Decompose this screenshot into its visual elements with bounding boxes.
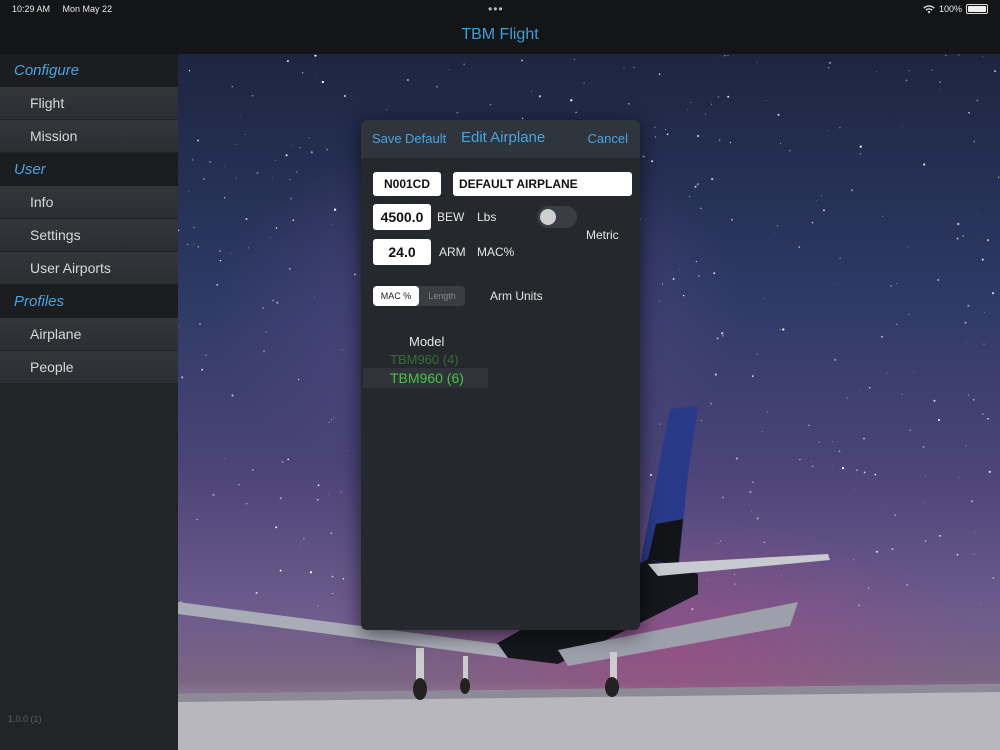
status-time: 10:29 AM — [12, 4, 51, 14]
model-option-selected[interactable]: TBM960 (6) — [390, 370, 464, 386]
battery-percent: 100% — [938, 4, 962, 14]
sidebar-item-user-airports[interactable]: User Airports — [0, 252, 178, 285]
dialog-title: Edit Airplane — [461, 129, 546, 146]
airplane-name-field[interactable]: DEFAULT AIRPLANE — [453, 172, 632, 196]
weight-unit-label: Lbs — [477, 210, 497, 224]
arm-units-segmented-control: MAC % Length — [373, 286, 465, 306]
multitasking-dots-icon[interactable]: ••• — [488, 2, 504, 16]
model-label: Model — [409, 334, 445, 349]
sidebar-item-mission[interactable]: Mission — [0, 120, 178, 153]
model-option[interactable]: TBM960 (4) — [390, 352, 459, 367]
default-button[interactable]: Default — [405, 131, 446, 146]
arm-label: ARM — [439, 245, 466, 259]
arm-units-label: Arm Units — [490, 289, 543, 303]
edit-airplane-dialog: Save Default Edit Airplane Cancel N001CD… — [361, 120, 640, 630]
sidebar-item-people[interactable]: People — [0, 351, 178, 384]
battery-icon — [966, 4, 988, 14]
bew-label: BEW — [437, 210, 465, 224]
metric-label: Metric — [586, 228, 619, 242]
segment-mac-percent[interactable]: MAC % — [373, 286, 419, 306]
tail-number-field[interactable]: N001CD — [373, 172, 441, 196]
arm-unit-label: MAC% — [477, 245, 515, 259]
app-title: TBM Flight — [461, 26, 539, 43]
dialog-header: Save Default Edit Airplane Cancel — [361, 120, 640, 158]
toggle-knob — [540, 209, 556, 225]
section-configure: Configure — [0, 54, 178, 87]
status-bar: 10:29 AM Mon May 22 ••• 100% — [0, 0, 1000, 20]
sidebar-item-airplane[interactable]: Airplane — [0, 318, 178, 351]
app-version: 1.0.0 (1) — [8, 714, 42, 724]
bew-field[interactable]: 4500.0 — [373, 204, 431, 230]
wifi-icon — [923, 4, 935, 13]
section-user: User — [0, 153, 178, 186]
save-button[interactable]: Save — [372, 131, 402, 146]
status-right: 100% — [923, 4, 988, 14]
sidebar-item-settings[interactable]: Settings — [0, 219, 178, 252]
status-left: 10:29 AM Mon May 22 — [12, 4, 122, 14]
navigation-bar: TBM Flight — [0, 20, 1000, 54]
sidebar-item-info[interactable]: Info — [0, 186, 178, 219]
sidebar-item-flight[interactable]: Flight — [0, 87, 178, 120]
sidebar: Configure Flight Mission User Info Setti… — [0, 54, 178, 750]
section-profiles: Profiles — [0, 285, 178, 318]
metric-toggle[interactable] — [537, 206, 577, 228]
status-date: Mon May 22 — [62, 4, 113, 14]
cancel-button[interactable]: Cancel — [588, 131, 628, 146]
arm-field[interactable]: 24.0 — [373, 239, 431, 265]
segment-length[interactable]: Length — [419, 286, 465, 306]
